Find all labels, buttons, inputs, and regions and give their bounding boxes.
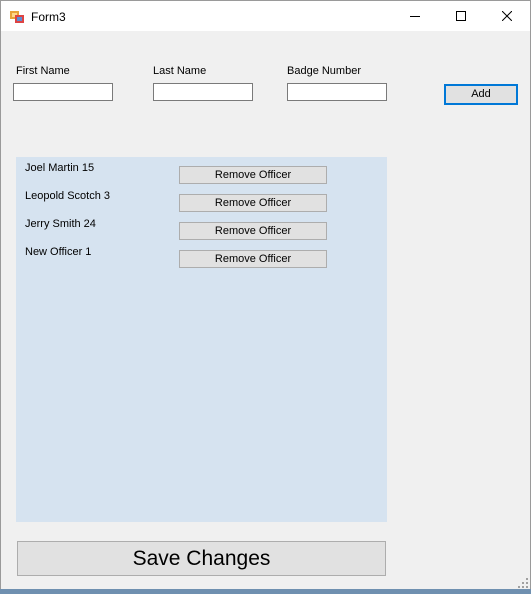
badge-number-field[interactable] xyxy=(287,83,387,101)
add-button[interactable]: Add xyxy=(444,84,518,105)
list-item: Jerry Smith 24 Remove Officer xyxy=(16,215,387,243)
last-name-label: Last Name xyxy=(153,65,207,77)
officer-list-panel: Joel Martin 15 Remove Officer Leopold Sc… xyxy=(16,157,387,522)
window-title: Form3 xyxy=(31,10,66,24)
maximize-icon xyxy=(456,11,466,21)
first-name-label: First Name xyxy=(16,65,70,77)
remove-officer-button[interactable]: Remove Officer xyxy=(179,250,327,268)
officer-name: Joel Martin 15 xyxy=(25,162,95,174)
list-item: Joel Martin 15 Remove Officer xyxy=(16,159,387,187)
badge-number-label: Badge Number xyxy=(287,65,361,77)
minimize-button[interactable] xyxy=(392,1,438,31)
close-button[interactable] xyxy=(484,1,530,31)
list-item: New Officer 1 Remove Officer xyxy=(16,243,387,271)
maximize-button[interactable] xyxy=(438,1,484,31)
resize-grip-icon[interactable] xyxy=(517,577,529,589)
officer-name: Jerry Smith 24 xyxy=(25,218,96,230)
save-changes-button[interactable]: Save Changes xyxy=(17,541,386,576)
officer-name: New Officer 1 xyxy=(25,246,92,258)
remove-officer-button[interactable]: Remove Officer xyxy=(179,166,327,184)
taskbar-edge xyxy=(0,589,531,594)
app-icon xyxy=(10,11,24,23)
last-name-field[interactable] xyxy=(153,83,253,101)
remove-officer-button[interactable]: Remove Officer xyxy=(179,222,327,240)
list-item: Leopold Scotch 3 Remove Officer xyxy=(16,187,387,215)
remove-officer-button[interactable]: Remove Officer xyxy=(179,194,327,212)
form-window: Form3 First Name Last Name Badge Number … xyxy=(0,0,531,593)
first-name-field[interactable] xyxy=(13,83,113,101)
officer-name: Leopold Scotch 3 xyxy=(25,190,111,202)
title-bar[interactable]: Form3 xyxy=(1,1,530,31)
close-icon xyxy=(502,11,512,21)
minimize-icon xyxy=(410,16,420,17)
